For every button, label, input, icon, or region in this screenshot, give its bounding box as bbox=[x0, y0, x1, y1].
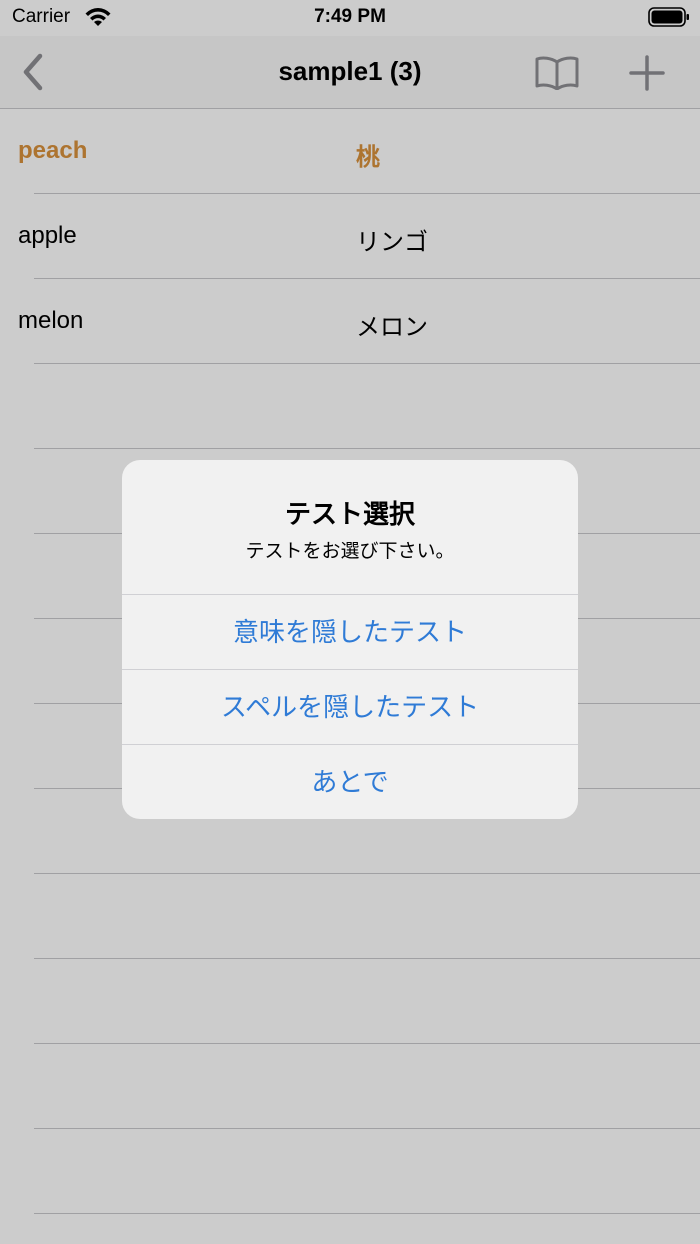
later-button[interactable]: あとで bbox=[122, 744, 578, 819]
alert-message: テストをお選び下さい。 bbox=[245, 541, 455, 562]
screen: Carrier 7:49 PM sample1 (3) peach 桃 appl… bbox=[0, 0, 700, 1244]
alert-title: テスト選択 bbox=[284, 499, 415, 529]
test-selection-alert: テスト選択 テストをお選び下さい。 意味を隠したテスト スペルを隠したテスト あ… bbox=[122, 460, 578, 819]
hide-meaning-test-button[interactable]: 意味を隠したテスト bbox=[122, 594, 578, 669]
hide-spelling-test-button[interactable]: スペルを隠したテスト bbox=[122, 669, 578, 744]
